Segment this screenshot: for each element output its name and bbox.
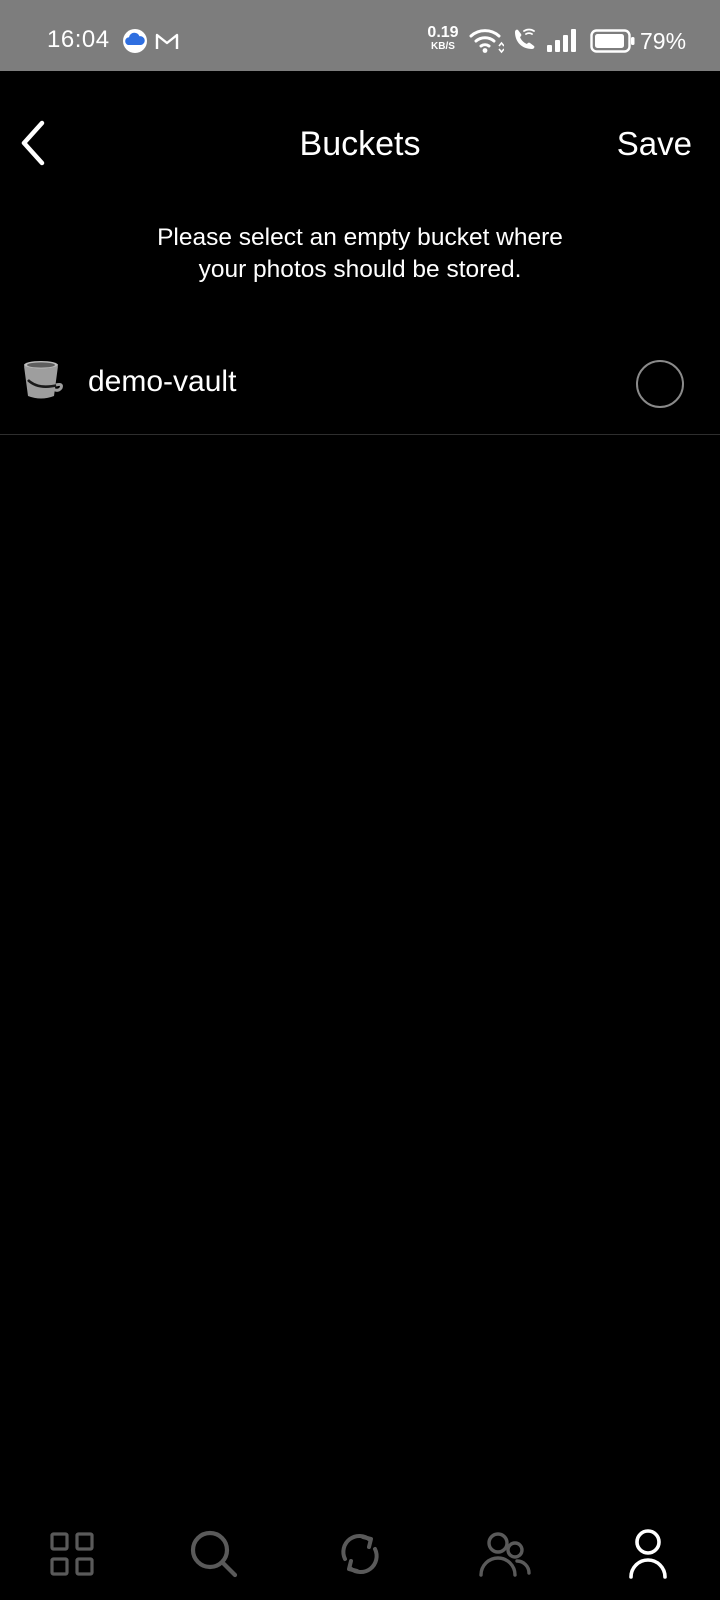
instructions-line-1: Please select an empty bucket where <box>157 224 563 251</box>
bottom-navigation <box>0 1506 720 1600</box>
nav-account-button[interactable] <box>620 1526 676 1582</box>
signal-icon <box>547 29 576 52</box>
wifi-icon <box>469 29 504 54</box>
battery-icon <box>590 29 635 53</box>
page-title: Buckets <box>299 125 421 163</box>
search-icon <box>190 1530 238 1578</box>
app-header: Buckets Save <box>0 71 720 221</box>
person-icon <box>629 1529 667 1579</box>
nav-search-button[interactable] <box>186 1526 242 1582</box>
people-icon <box>479 1532 531 1577</box>
bucket-list-item[interactable]: demo-vault <box>0 338 720 435</box>
sync-icon <box>341 1533 379 1575</box>
battery-percent: 79% <box>640 28 687 54</box>
nav-people-button[interactable] <box>476 1526 532 1582</box>
bucket-name: demo-vault <box>88 365 237 398</box>
save-button[interactable]: Save <box>617 125 692 163</box>
status-bar: 16:04 0.19 KB/S 79% <box>0 0 720 71</box>
cloud-icon <box>123 29 147 53</box>
network-speed: 0.19 KB/S <box>427 24 459 52</box>
instructions-text: Please select an empty bucket where your… <box>0 222 720 286</box>
wifi-call-icon <box>515 28 535 49</box>
status-time: 16:04 <box>47 26 110 53</box>
gmail-icon <box>155 33 179 49</box>
bucket-select-radio[interactable] <box>636 360 684 408</box>
grid-icon <box>50 1532 94 1576</box>
nav-grid-button[interactable] <box>44 1526 100 1582</box>
bucket-icon <box>24 361 63 399</box>
instructions-line-2: your photos should be stored. <box>198 256 522 283</box>
nav-sync-button[interactable] <box>332 1526 388 1582</box>
